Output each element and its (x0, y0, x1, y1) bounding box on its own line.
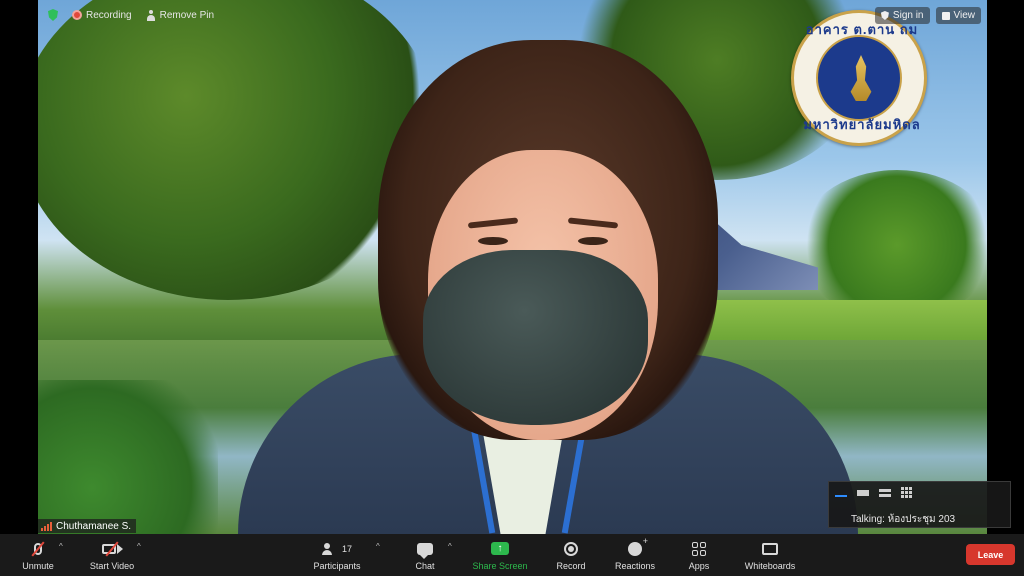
view-grid-icon (941, 11, 950, 20)
layout-single-icon[interactable] (857, 489, 869, 496)
sign-in-label: Sign in (892, 10, 924, 21)
remove-pin-button[interactable]: Remove Pin (146, 9, 215, 21)
participants-options-chevron-icon[interactable]: ^ (376, 542, 380, 551)
participants-label: Participants (313, 560, 361, 571)
layout-minimized-icon[interactable] (835, 489, 847, 497)
talking-panel: Talking: ห้องประชุม 203 (828, 481, 1011, 528)
sign-in-button[interactable]: Sign in (874, 7, 930, 24)
leave-button[interactable]: Leave (966, 544, 1015, 565)
meeting-indicators: Recording Remove Pin (48, 9, 214, 21)
share-screen-button[interactable]: ↑ Share Screen (470, 534, 530, 576)
apps-grid-icon (692, 540, 706, 558)
pin-person-icon (146, 9, 156, 21)
record-icon (564, 540, 578, 558)
crown-emblem-icon (850, 55, 872, 101)
reactions-smile-icon (628, 536, 648, 558)
signal-strength-icon (41, 521, 52, 531)
video-options-chevron-icon[interactable]: ^ (137, 542, 141, 551)
whiteboards-label: Whiteboards (744, 560, 796, 571)
top-right-controls: Sign in View (874, 7, 981, 24)
participants-icon: 17 (321, 540, 352, 558)
mic-muted-icon (31, 540, 45, 558)
meeting-toolbar: Unmute ^ Start Video ^ 17 Participants ^… (0, 534, 1024, 576)
record-dot-icon (72, 10, 82, 20)
logo-emblem-circle (816, 35, 902, 121)
security-indicator[interactable] (48, 9, 58, 21)
layout-grid-icon[interactable] (901, 487, 912, 498)
chat-options-chevron-icon[interactable]: ^ (448, 542, 452, 551)
audio-options-chevron-icon[interactable]: ^ (59, 542, 63, 551)
participant-name-tag: Chuthamanee S. (38, 519, 137, 533)
start-video-label: Start Video (89, 560, 135, 571)
talking-label: Talking: ห้องประชุม 203 (851, 514, 956, 525)
background-grass (38, 380, 218, 534)
shield-icon (48, 9, 58, 21)
record-label: Record (556, 560, 586, 571)
logo-text-bottom: มหาวิทยาลัยมหิดล (803, 117, 921, 132)
shield-icon (880, 11, 889, 20)
apps-button[interactable]: Apps (685, 534, 713, 576)
whiteboard-icon (762, 540, 778, 558)
chat-label: Chat (415, 560, 435, 571)
apps-label: Apps (688, 560, 710, 571)
chat-bubble-icon (417, 540, 433, 559)
face-mask (423, 250, 648, 425)
eye-left (478, 237, 508, 245)
reactions-label: Reactions (614, 560, 656, 571)
participant-name: Chuthamanee S. (56, 520, 132, 532)
layout-split-icon[interactable] (879, 488, 891, 497)
participants-count: 17 (341, 543, 352, 554)
participants-button[interactable]: 17 Participants (308, 534, 366, 576)
view-button[interactable]: View (935, 7, 981, 24)
reactions-button[interactable]: Reactions (612, 534, 658, 576)
start-video-button[interactable]: Start Video (84, 534, 140, 576)
recording-indicator[interactable]: Recording (72, 10, 132, 21)
unmute-label: Unmute (22, 560, 54, 571)
recording-label: Recording (86, 9, 132, 21)
participant-person (238, 40, 858, 534)
participant-video[interactable]: อาคาร ต.ตาน ถม มหาวิทยาลัยมหิดล (38, 0, 987, 534)
view-label: View (953, 10, 976, 21)
camera-off-icon (101, 540, 123, 558)
share-screen-label: Share Screen (472, 560, 528, 571)
university-logo: อาคาร ต.ตาน ถม มหาวิทยาลัยมหิดล (791, 10, 927, 146)
share-screen-icon: ↑ (491, 540, 509, 558)
remove-pin-label: Remove Pin (159, 9, 215, 21)
eye-right (578, 237, 608, 245)
chat-button[interactable]: Chat (410, 534, 440, 576)
layout-switcher (835, 487, 912, 498)
video-area: อาคาร ต.ตาน ถม มหาวิทยาลัยมหิดล Recordin… (0, 0, 1024, 534)
whiteboards-button[interactable]: Whiteboards (740, 534, 800, 576)
record-button[interactable]: Record (553, 534, 589, 576)
unmute-button[interactable]: Unmute (18, 534, 58, 576)
